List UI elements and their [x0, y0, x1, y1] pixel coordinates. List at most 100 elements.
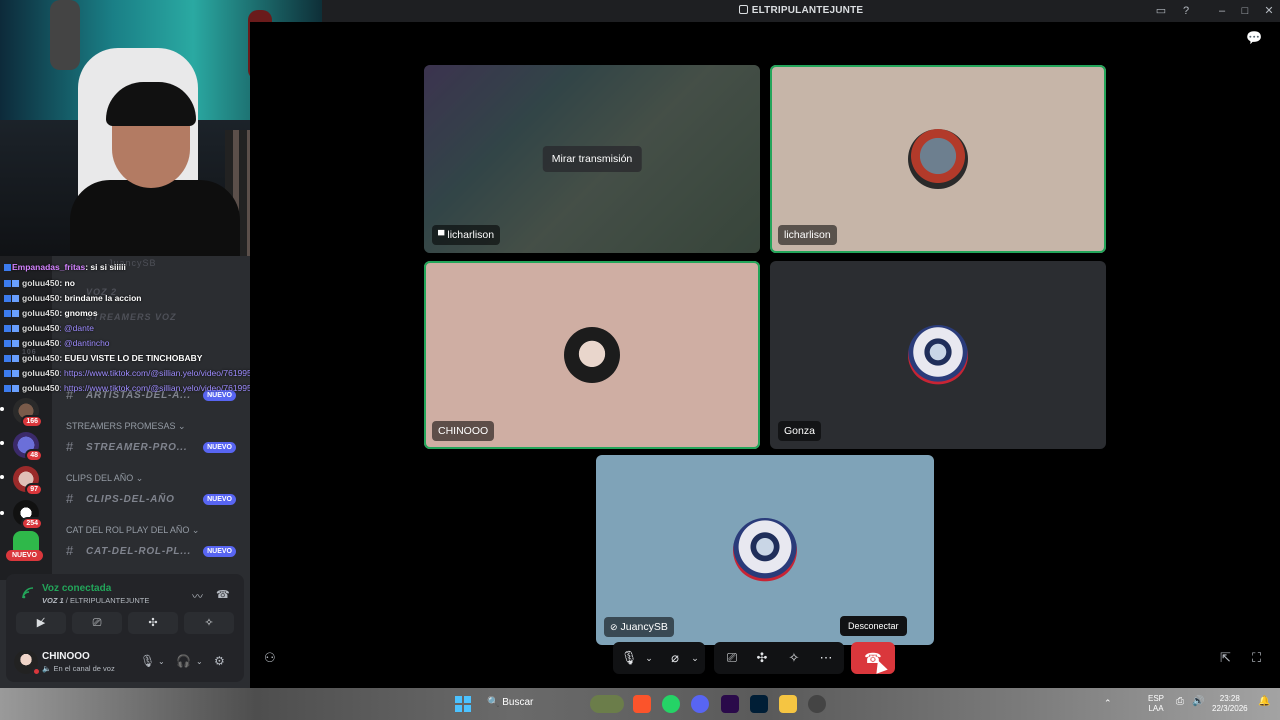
server-icon[interactable]: 48 [13, 432, 43, 462]
chat-message: Empanadas_fritas: si si siiiii [4, 262, 126, 274]
disconnect-button[interactable]: ☎ [851, 642, 895, 674]
user-panel: CHINOOO 🔈 En el canal de voz 🎙 ⌄ 🎧 ⌄ ⚙ [6, 640, 244, 682]
microphone-icon[interactable]: 🎙 [140, 654, 155, 668]
minimize-button[interactable]: – [1215, 4, 1229, 18]
category-clips[interactable]: CLIPS DEL AÑO ⌄ [66, 473, 143, 484]
category-rol-play[interactable]: CAT DEL ROL PLAY DEL AÑO ⌄ [66, 525, 199, 536]
voice-connection-panel: Voz conectada VOZ 1 / ELTRIPULANTEJUNTE … [6, 574, 244, 640]
unread-dot [0, 407, 4, 411]
close-button[interactable]: ✕ [1262, 4, 1276, 18]
participant-name: ▀ licharlison [432, 225, 501, 245]
participant-tile-stream[interactable]: Mirar transmisión ▀ licharlison [424, 65, 760, 253]
hash-icon: # [66, 439, 74, 454]
chat-message: goluu450: EUEU VISTE LO DE TINCHOBABY [4, 353, 202, 365]
server-icon[interactable]: 166 [13, 398, 43, 428]
participant-tile[interactable]: Gonza [770, 261, 1106, 449]
obs-icon[interactable] [808, 695, 826, 713]
title-bar: ELTRIPULANTEJUNTE ▭ ? – □ ✕ [322, 0, 1280, 22]
network-icon[interactable]: ⎙ [1176, 697, 1184, 707]
chat-icon[interactable]: 💬 [1246, 30, 1262, 46]
channel-name: STREAMER-PRO... [86, 442, 188, 453]
maximize-button[interactable]: □ [1238, 4, 1252, 18]
voice-stage: 💬 Mirar transmisión ▀ licharlison licharl… [250, 22, 1280, 688]
soundboard-icon[interactable]: ✧ [780, 642, 808, 674]
channel-rol-play[interactable]: # CAT-DEL-ROL-PL... NUEVO [66, 543, 242, 561]
file-explorer-icon[interactable] [779, 695, 797, 713]
soundboard-button[interactable]: ✧ [184, 612, 234, 634]
widgets-icon[interactable] [590, 695, 624, 713]
voice-status[interactable]: Voz conectada [42, 583, 111, 594]
avatar [564, 327, 620, 383]
windows-taskbar: 🔍 Buscar ⌃ ESP LAA ⎙ 🔊 23:28 22/3/2026 🔔 [0, 688, 1280, 720]
muted-icon: ⊘ [610, 622, 618, 632]
channel-name: CLIPS-DEL-AÑO [86, 494, 175, 505]
screen-icon: ▀ [438, 230, 445, 240]
dnd-status-icon [32, 667, 41, 676]
disconnect-icon[interactable]: ☎ [216, 588, 230, 601]
taskbar-search[interactable]: 🔍 Buscar [487, 697, 533, 708]
new-servers-pill[interactable]: NUEVO [6, 550, 43, 561]
screen-share-icon[interactable]: ⎚ [718, 642, 746, 674]
discord-icon[interactable] [691, 695, 709, 713]
channel-clips[interactable]: # CLIPS-DEL-AÑO NUEVO [66, 491, 242, 509]
chat-message: goluu450: brindame la accion [4, 293, 142, 305]
category-streamers-promesas[interactable]: STREAMERS PROMESAS ⌄ [66, 421, 186, 432]
new-badge: NUEVO [203, 442, 236, 453]
hash-icon: # [66, 543, 74, 558]
whatsapp-icon[interactable] [662, 695, 680, 713]
actions-group: ⎚ ✣ ✧ ⋯ [714, 642, 844, 674]
disconnect-tooltip: Desconectar [840, 616, 907, 636]
participant-name: Gonza [778, 421, 821, 441]
headphones-icon[interactable]: 🎧 [176, 654, 191, 668]
inbox-icon[interactable]: ▭ [1154, 4, 1168, 18]
windows-start-icon[interactable] [455, 696, 471, 712]
participant-name: CHINOOO [432, 421, 495, 441]
chevron-down-icon[interactable]: ⌄ [196, 657, 203, 666]
invite-icon[interactable]: ⚇ [264, 650, 276, 666]
tray-chevron-icon[interactable]: ⌃ [1104, 698, 1112, 708]
photoshop-icon[interactable] [750, 695, 768, 713]
gear-icon[interactable]: ⚙ [214, 654, 225, 668]
notification-icon[interactable]: 🔔 [1258, 697, 1270, 707]
watch-stream-button[interactable]: Mirar transmisión [542, 146, 642, 172]
chat-message: goluu450: @dantincho [4, 338, 110, 350]
chat-message: goluu450: @dante [4, 323, 94, 335]
screen-share-button[interactable]: ⎚ [72, 612, 122, 634]
participant-tile[interactable]: licharlison [770, 65, 1106, 253]
channel-streamer-promesas[interactable]: # STREAMER-PRO... NUEVO [66, 439, 242, 457]
more-icon[interactable]: ⋯ [812, 642, 840, 674]
activities-button[interactable]: ✣ [128, 612, 178, 634]
channel-name: CAT-DEL-ROL-PL... [86, 546, 192, 557]
user-status-text: 🔈 En el canal de voz [42, 664, 115, 673]
brave-icon[interactable] [633, 695, 651, 713]
chevron-down-icon[interactable]: ⌄ [681, 642, 709, 674]
unread-dot [0, 475, 4, 479]
clock[interactable]: 23:28 22/3/2026 [1212, 694, 1248, 714]
activities-icon[interactable]: ✣ [748, 642, 776, 674]
window-title: ELTRIPULANTEJUNTE [322, 5, 1280, 16]
hash-icon: # [66, 491, 74, 506]
unread-dot [0, 441, 4, 445]
participant-tile[interactable]: CHINOOO [424, 261, 760, 449]
signal-icon[interactable] [22, 587, 34, 602]
chat-message: goluu450: no [4, 278, 75, 290]
premiere-icon[interactable] [721, 695, 739, 713]
volume-icon[interactable]: 🔊 [1192, 697, 1204, 707]
voice-channel-path[interactable]: VOZ 1 / ELTRIPULANTEJUNTE [42, 596, 149, 605]
chevron-down-icon[interactable]: ⌄ [158, 657, 165, 666]
fullscreen-icon[interactable]: ⛶ [1252, 650, 1261, 666]
language-indicator[interactable]: ESP LAA [1148, 694, 1164, 714]
participant-name: ⊘ JuancySB [604, 617, 674, 637]
server-icon[interactable]: 254 [13, 500, 43, 530]
avatar [908, 325, 968, 385]
avatar [733, 518, 797, 582]
username[interactable]: CHINOOO [42, 651, 90, 662]
unread-dot [0, 511, 4, 515]
chat-message: goluu450: gnomos [4, 308, 98, 320]
popout-icon[interactable]: ⇱ [1220, 650, 1231, 666]
help-icon[interactable]: ? [1179, 4, 1193, 18]
noise-suppression-icon[interactable]: 〰 [192, 588, 203, 604]
chevron-down-icon[interactable]: ⌄ [635, 642, 663, 674]
server-icon[interactable]: 97 [13, 466, 43, 496]
camera-off-button[interactable]: ▶̸ [16, 612, 66, 634]
